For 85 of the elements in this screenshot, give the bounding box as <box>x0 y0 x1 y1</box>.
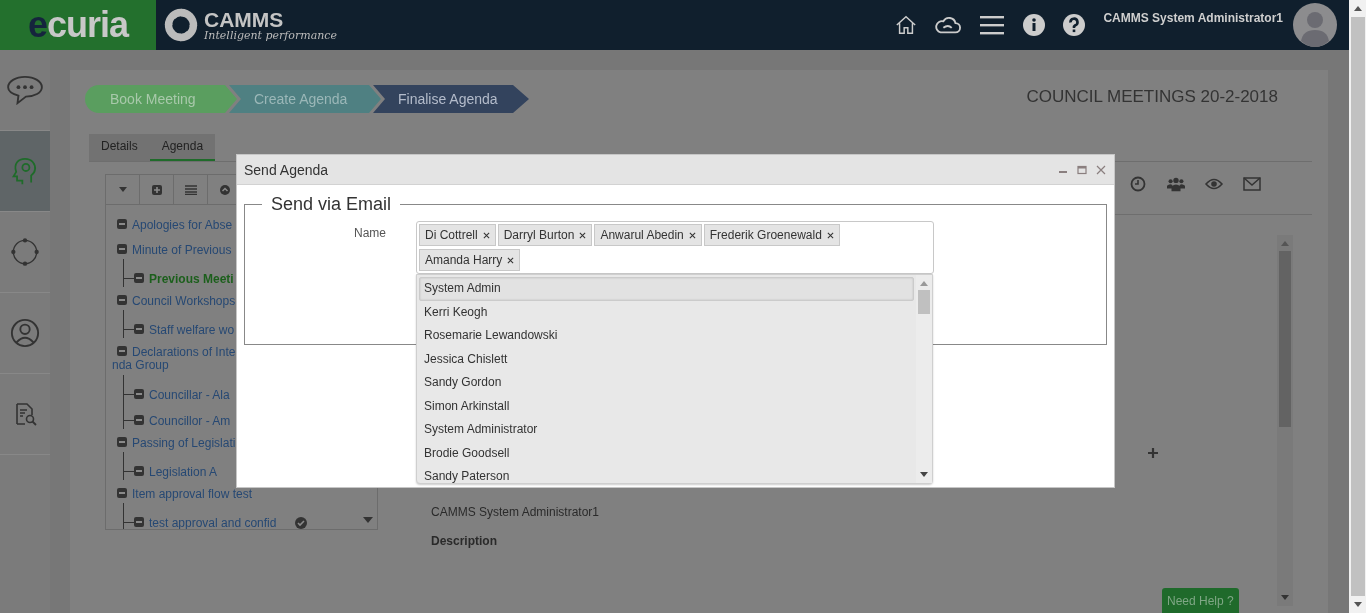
maximize-icon[interactable] <box>1077 164 1087 175</box>
list-icon <box>184 184 197 195</box>
collapse-icon[interactable] <box>117 295 127 305</box>
cloud-icon[interactable] <box>935 15 962 35</box>
brand-name: CAMMS <box>204 9 285 30</box>
collapse-icon[interactable] <box>134 389 144 399</box>
dropdown-option[interactable]: Rosemarie Lewandowski <box>419 324 914 348</box>
collapse-icon[interactable] <box>117 346 127 356</box>
scroll-down-icon[interactable] <box>920 472 928 477</box>
brand-tagline: Intelligent performance <box>204 30 337 41</box>
recipient-chip[interactable]: Darryl Burton <box>497 224 593 246</box>
recipient-chip[interactable]: Frederik Groenewald <box>703 224 840 246</box>
name-label: Name <box>354 226 387 240</box>
avatar[interactable] <box>1293 3 1337 47</box>
group-icon[interactable] <box>1167 176 1185 192</box>
remove-icon[interactable] <box>482 231 490 239</box>
dropdown-option[interactable]: System Admin <box>419 277 914 301</box>
collapse-icon[interactable] <box>117 244 127 254</box>
step-tab[interactable]: Create Agenda <box>229 85 381 113</box>
user-name[interactable]: CAMMS System Administrator1 <box>1103 11 1283 25</box>
dropdown-option[interactable]: Jessica Chislett <box>419 347 914 371</box>
description-label: Description <box>431 534 498 548</box>
plus-icon[interactable] <box>1148 448 1158 458</box>
step-tab[interactable]: Finalise Agenda <box>373 85 529 113</box>
recipient-chip[interactable]: Amanda Harry <box>419 249 521 271</box>
remove-icon[interactable] <box>507 256 515 264</box>
dropdown-option[interactable]: System Administrator <box>419 418 914 442</box>
scroll-down-icon[interactable] <box>1353 602 1362 607</box>
collapse-icon[interactable] <box>134 273 144 283</box>
envelope-icon[interactable] <box>1243 176 1261 192</box>
close-icon[interactable] <box>1096 164 1106 175</box>
dropdown-option[interactable]: Kerri Keogh <box>419 300 914 324</box>
tree-item[interactable]: Declarations of Inte <box>132 346 236 358</box>
scroll-up-icon[interactable] <box>1353 6 1362 11</box>
collapse-icon[interactable] <box>117 488 127 498</box>
section-title: Send via Email <box>270 194 393 215</box>
scrollbar[interactable] <box>916 275 932 483</box>
tree-item[interactable]: Apologies for Abse <box>132 219 233 231</box>
scrollbar[interactable] <box>1277 235 1293 606</box>
chat-bubble-icon <box>6 75 44 105</box>
chevron-up-circle-icon <box>219 184 230 195</box>
remove-icon[interactable] <box>688 231 696 239</box>
collapse-icon[interactable] <box>134 466 144 476</box>
tree-item[interactable]: test approval and confid <box>149 517 277 529</box>
dropdown-option[interactable]: Sandy Paterson <box>419 465 914 483</box>
dropdown-option[interactable]: Brodie Goodsell <box>419 441 914 465</box>
tree-item[interactable]: Previous Meeti <box>149 273 234 285</box>
remove-icon[interactable] <box>826 231 834 239</box>
tree-item[interactable]: Item approval flow test <box>132 488 253 500</box>
plus-square-icon <box>151 184 162 195</box>
tree-item[interactable]: Council Workshops <box>132 295 236 307</box>
dropdown-option[interactable]: Sandy Gordon <box>419 371 914 395</box>
help-button[interactable]: Need Help ? <box>1162 588 1239 613</box>
tree-item[interactable]: Councillar - Ala <box>149 389 230 401</box>
document-search-icon <box>13 402 37 426</box>
collapse-icon[interactable] <box>134 517 144 527</box>
recipient-chip[interactable]: Anwarul Abedin <box>594 224 702 246</box>
tree-item[interactable]: Staff welfare wo <box>149 324 235 336</box>
remove-icon[interactable] <box>579 231 587 239</box>
author-name: CAMMS System Administrator1 <box>431 505 601 519</box>
dialog-title: Send Agenda <box>244 161 329 178</box>
tree-item[interactable]: Legislation A <box>149 466 218 478</box>
home-icon[interactable] <box>895 14 918 36</box>
tab[interactable]: Agenda <box>149 134 216 161</box>
scrollbar-thumb[interactable] <box>1350 17 1365 596</box>
page-scrollbar[interactable] <box>1349 0 1366 613</box>
eye-icon[interactable] <box>1205 176 1223 192</box>
page-title: COUNCIL MEETINGS 20-2-2018 <box>1026 87 1278 107</box>
logo[interactable]: ecuria <box>0 0 156 50</box>
collapse-icon[interactable] <box>117 437 127 447</box>
collapse-icon[interactable] <box>134 324 144 334</box>
tab[interactable]: Details <box>89 134 150 161</box>
menu-icon[interactable] <box>979 15 1006 35</box>
collapse-icon[interactable] <box>134 415 144 425</box>
caret-icon <box>118 187 127 192</box>
scrollbar-thumb[interactable] <box>918 290 930 314</box>
tree-item[interactable]: Councillor - Am <box>149 415 231 427</box>
tree-item[interactable]: Minute of Previous <box>132 244 232 256</box>
help-icon[interactable] <box>1063 14 1086 36</box>
recipient-chip[interactable]: Di Cottrell <box>419 224 496 246</box>
clock-icon[interactable] <box>1129 176 1147 192</box>
dropdown-option[interactable]: Simon Arkinstall <box>419 394 914 418</box>
collapse-icon[interactable] <box>117 219 127 229</box>
tree-item[interactable]: Passing of Legislati <box>132 437 236 449</box>
info-icon[interactable] <box>1023 14 1046 36</box>
